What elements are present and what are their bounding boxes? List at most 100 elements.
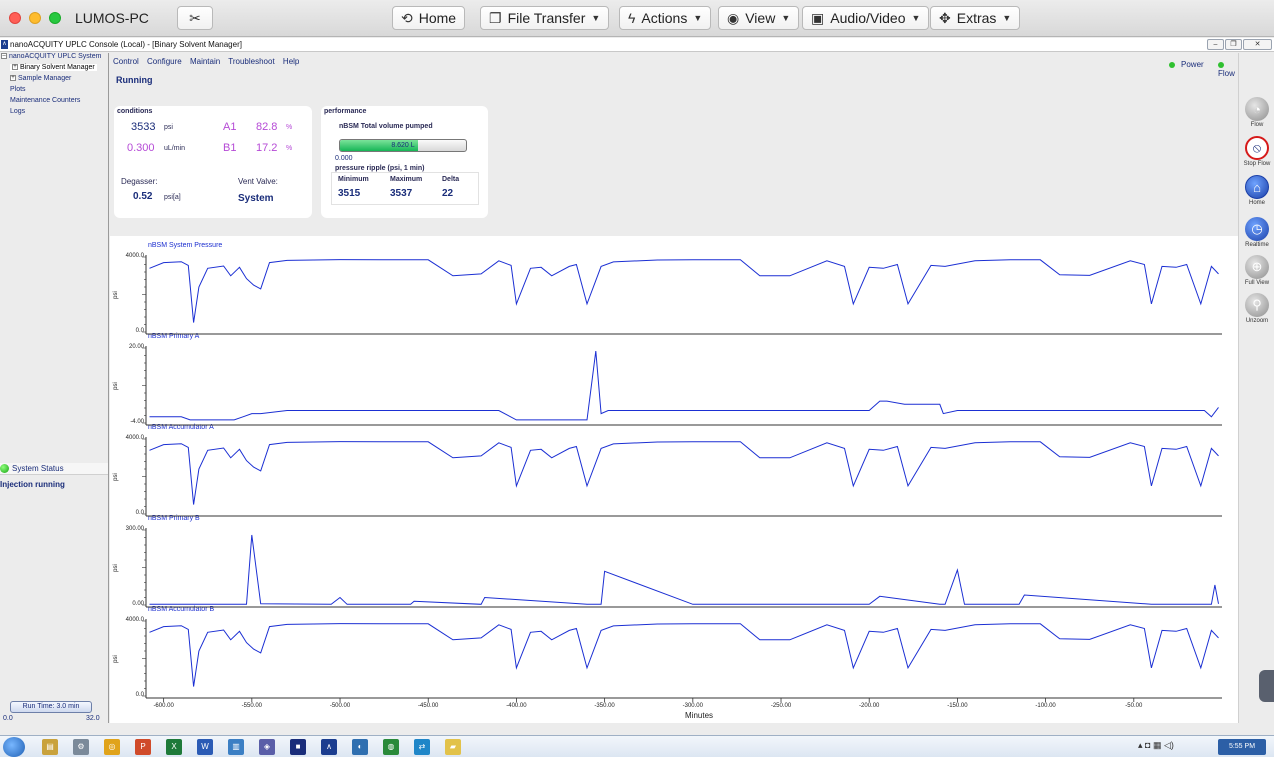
media-icon[interactable]: ◍ [383, 739, 399, 755]
actions-label: Actions [641, 10, 688, 26]
flow-value: 0.300 [127, 142, 155, 154]
explorer-icon[interactable]: ▤ [42, 739, 58, 755]
tree-item-sample-manager[interactable]: + Sample Manager [10, 75, 71, 82]
word-icon[interactable]: W [197, 739, 213, 755]
tree-item-plots[interactable]: Plots [10, 86, 26, 93]
trace-line-0 [149, 259, 1219, 323]
restore-button[interactable]: ❐ [1225, 39, 1242, 50]
view-menu[interactable]: ◉ View ▼ [718, 6, 800, 30]
flow-tool-button[interactable]: ◔ Flow [1242, 97, 1272, 128]
flow-tool-label: Flow [1250, 122, 1264, 128]
audio-video-label: Audio/Video [830, 10, 906, 26]
chat-icon: ▣ [811, 9, 825, 26]
chevron-down-icon: ▼ [1002, 13, 1012, 23]
right-toolbar: ◔ Flow ⦸ Stop Flow ⌂ Home ◷ Realtime ⊕ F… [1238, 53, 1274, 723]
flow-label: Flow [1218, 69, 1235, 78]
browser-icon[interactable]: ◐ [352, 739, 368, 755]
run-time-max: 32.0 [86, 715, 100, 722]
chrome-icon[interactable]: ◎ [104, 739, 120, 755]
total-volume-label: nBSM Total volume pumped [339, 123, 433, 130]
start-button[interactable] [3, 737, 25, 757]
system-status-text: Injection running [0, 480, 65, 489]
power-indicator: Power [1169, 60, 1204, 69]
full-view-label: Full View [1244, 280, 1270, 286]
main-panel: Control Configure Maintain Troubleshoot … [110, 53, 1238, 723]
instrument-state: Running [116, 75, 153, 85]
remote-icon[interactable]: ⇄ [414, 739, 430, 755]
tree-item-system[interactable]: – nanoACQUITY UPLC System [1, 53, 101, 60]
acquity-icon[interactable]: ∧ [321, 739, 337, 755]
extras-menu[interactable]: ✥ Extras ▼ [930, 6, 1021, 30]
file-transfer-menu[interactable]: ❐ File Transfer ▼ [480, 6, 610, 30]
volume-min-label: 0.000 [335, 155, 353, 162]
folder-icon[interactable]: ▰ [445, 739, 461, 755]
conditions-panel: conditions 3533 psi 0.300 uL/min A1 82.8… [114, 106, 312, 218]
app-icon[interactable]: ◈ [259, 739, 275, 755]
ripple-min-value: 3515 [338, 188, 361, 199]
chevron-down-icon: ▼ [911, 13, 921, 23]
ripple-table: Minimum Maximum Delta 3515 3537 22 [331, 172, 479, 205]
flow-led-icon [1218, 61, 1224, 68]
pressure-unit: psi [164, 124, 173, 131]
system-status-header: System Status [0, 463, 108, 475]
pressure-value: 3533 [131, 121, 156, 133]
menu-configure[interactable]: Configure [147, 57, 182, 66]
menu-help[interactable]: Help [283, 57, 299, 66]
windows-taskbar: ▤ ⚙ ◎ P X W ▥ ◈ ■ ∧ ◐ ◍ ⇄ ▰ ▴ ◘ ▦ ◁) 5:5… [0, 735, 1274, 757]
run-time-button[interactable]: Run Time: 3.0 min [10, 701, 92, 713]
stop-flow-button[interactable]: ⦸ Stop Flow [1242, 136, 1272, 167]
close-window-button[interactable] [9, 12, 21, 24]
expand-icon[interactable]: + [10, 75, 16, 82]
minimize-button[interactable]: – [1207, 39, 1224, 50]
home-label: Home [418, 10, 457, 26]
solvent-a1-value: 82.8 [256, 121, 278, 133]
tree-item-binary-solvent-manager[interactable]: + Binary Solvent Manager [10, 64, 97, 71]
home-icon: ⌂ [1245, 175, 1269, 199]
system-status-title: System Status [12, 464, 64, 473]
vent-valve-value: System [238, 193, 274, 204]
tree-item-label: Sample Manager [18, 75, 72, 82]
chart-app-icon[interactable]: ▥ [228, 739, 244, 755]
clock[interactable]: 5:55 PM [1218, 739, 1266, 755]
home-button[interactable]: ⟲ Home [392, 6, 466, 30]
file-transfer-label: File Transfer [507, 10, 586, 26]
realtime-icon: ◷ [1245, 217, 1269, 241]
power-led-icon [1169, 61, 1175, 68]
minimize-window-button[interactable] [29, 12, 41, 24]
chevron-down-icon: ▼ [591, 13, 601, 23]
menu-maintain[interactable]: Maintain [190, 57, 220, 66]
screen-root: LUMOS-PC ✂ ⟲ Home ❐ File Transfer ▼ ϟ Action… [0, 0, 1274, 757]
home-tool-button[interactable]: ⌂ Home [1242, 175, 1272, 206]
tree-item-logs[interactable]: Logs [10, 108, 25, 115]
degasser-value: 0.52 [133, 191, 153, 202]
console-icon[interactable]: ■ [290, 739, 306, 755]
menu-troubleshoot[interactable]: Troubleshoot [228, 57, 274, 66]
volume-progress-bar: 8.620 L [339, 139, 467, 152]
ripple-max-value: 3537 [390, 188, 413, 199]
zoom-window-button[interactable] [49, 12, 61, 24]
actions-menu[interactable]: ϟ Actions ▼ [619, 6, 712, 30]
unzoom-button[interactable]: ⚲ Unzoom [1242, 293, 1272, 324]
audio-video-menu[interactable]: ▣ Audio/Video ▼ [802, 6, 930, 30]
full-view-button[interactable]: ⊕ Full View [1242, 255, 1272, 286]
side-panel-handle[interactable] [1259, 670, 1274, 702]
powerpoint-icon[interactable]: P [135, 739, 151, 755]
system-tray[interactable]: ▴ ◘ ▦ ◁) [1138, 740, 1174, 751]
solvent-a1-unit: % [286, 124, 293, 131]
disconnect-button[interactable]: ✂ [177, 6, 213, 30]
menu-control[interactable]: Control [113, 57, 139, 66]
eye-icon: ◉ [727, 9, 740, 26]
power-label: Power [1181, 60, 1204, 69]
degasser-label: Degasser: [121, 177, 158, 186]
tree-item-label: Binary Solvent Manager [20, 64, 95, 71]
close-button[interactable]: ✕ [1243, 39, 1272, 50]
collapse-icon[interactable]: – [1, 53, 7, 60]
realtime-button[interactable]: ◷ Realtime [1242, 217, 1272, 248]
performance-panel: performance nBSM Total volume pumped 8.6… [321, 106, 488, 218]
excel-icon[interactable]: X [166, 739, 182, 755]
ripple-delta-header: Delta [442, 176, 460, 183]
stop-flow-icon: ⦸ [1245, 136, 1269, 160]
settings-icon[interactable]: ⚙ [73, 739, 89, 755]
tree-item-maintenance-counters[interactable]: Maintenance Counters [10, 97, 80, 104]
expand-icon[interactable]: + [12, 64, 18, 71]
